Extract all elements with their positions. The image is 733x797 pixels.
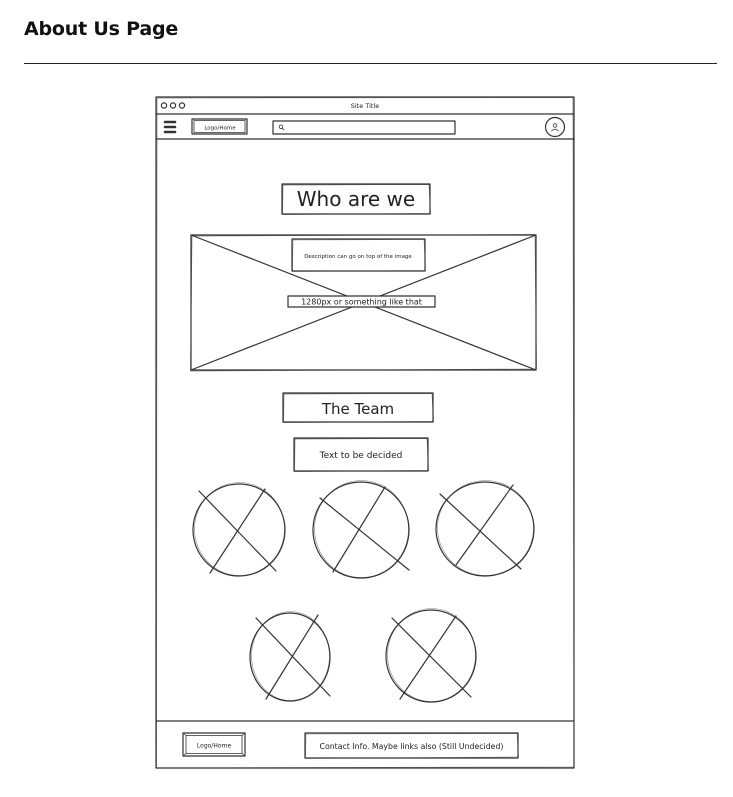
wireframe-mockup: Site Title Logo/Home Who are we Descript… xyxy=(155,96,575,769)
nav-logo-label[interactable]: Logo/Home xyxy=(204,126,236,132)
hero-title: Who are we xyxy=(297,187,415,211)
image-size-note: 1280px or something like that xyxy=(301,298,422,307)
footer-logo-label[interactable]: Logo/Home xyxy=(197,743,231,750)
image-description: Description can go on top of the image xyxy=(304,254,412,260)
browser-title: Site Title xyxy=(351,102,379,110)
footer-contact-text: Contact Info. Maybe links also (Still Un… xyxy=(320,742,504,751)
team-text: Text to be decided xyxy=(319,451,403,461)
team-title: The Team xyxy=(321,400,394,418)
